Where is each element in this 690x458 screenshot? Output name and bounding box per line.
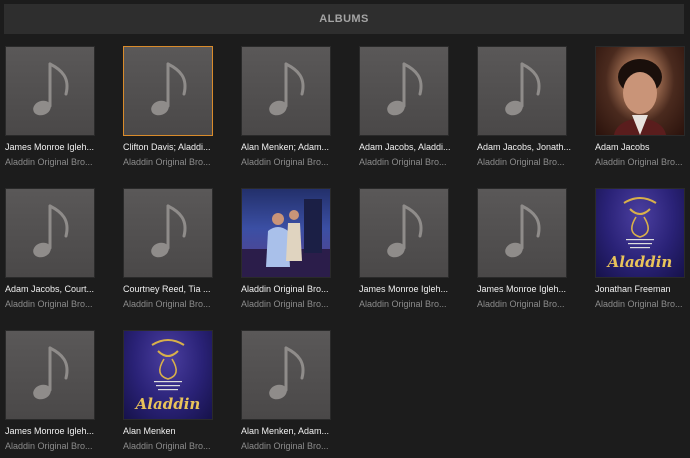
album-cover[interactable] — [5, 46, 95, 136]
album-artist: Alan Menken — [123, 426, 176, 436]
albums-title: ALBUMS — [319, 13, 369, 25]
album-title: Aladdin Original Bro... — [5, 299, 93, 309]
album-title: Aladdin Original Bro... — [5, 157, 93, 167]
album-artist: James Monroe Igleh... — [477, 284, 567, 294]
album-cover[interactable] — [241, 46, 331, 136]
album-tile[interactable]: Aladdin Jonathan Freeman Aladdin Origina… — [595, 188, 685, 310]
album-tile[interactable]: Adam Jacobs, Court... Aladdin Original B… — [5, 188, 95, 310]
album-artist: Clifton Davis; Aladdi... — [123, 142, 211, 152]
album-tile[interactable]: James Monroe Igleh... Aladdin Original B… — [5, 330, 95, 452]
album-art-poster: Aladdin — [596, 189, 684, 277]
album-artist: James Monroe Igleh... — [5, 426, 95, 436]
album-title: Aladdin Original Bro... — [595, 157, 683, 167]
album-cover[interactable] — [241, 188, 331, 278]
album-artist: Aladdin Original Bro... — [241, 284, 329, 294]
album-artist: James Monroe Igleh... — [359, 284, 449, 294]
album-art-poster: Aladdin — [124, 331, 212, 419]
album-cover[interactable] — [241, 330, 331, 420]
album-title: Aladdin Original Bro... — [477, 299, 565, 309]
album-tile[interactable]: Clifton Davis; Aladdi... Aladdin Origina… — [123, 46, 213, 168]
music-note-icon — [138, 198, 198, 268]
music-note-icon — [374, 198, 434, 268]
album-artist: Alan Menken; Adam... — [241, 142, 330, 152]
album-title: Aladdin Original Bro... — [595, 299, 683, 309]
svg-text:Aladdin: Aladdin — [606, 253, 673, 271]
album-art-portrait — [596, 47, 684, 135]
album-cover[interactable]: Aladdin — [123, 330, 213, 420]
album-artist: Adam Jacobs, Jonath... — [477, 142, 572, 152]
album-tile[interactable]: Courtney Reed, Tia ... Aladdin Original … — [123, 188, 213, 310]
music-note-icon — [20, 198, 80, 268]
album-artist: Alan Menken, Adam... — [241, 426, 330, 436]
album-tile[interactable]: James Monroe Igleh... Aladdin Original B… — [477, 188, 567, 310]
music-note-icon — [20, 56, 80, 126]
album-cover[interactable] — [359, 46, 449, 136]
album-title: Aladdin Original Bro... — [477, 157, 565, 167]
album-cover[interactable] — [359, 188, 449, 278]
music-note-icon — [492, 198, 552, 268]
music-note-icon — [256, 340, 316, 410]
album-tile[interactable]: Aladdin Original Bro... Aladdin Original… — [241, 188, 331, 310]
album-cover[interactable] — [5, 188, 95, 278]
album-tile[interactable]: Adam Jacobs, Jonath... Aladdin Original … — [477, 46, 571, 168]
album-tile[interactable]: Alan Menken; Adam... Aladdin Original Br… — [241, 46, 331, 168]
album-title: Aladdin Original Bro... — [241, 299, 329, 309]
album-artist: Courtney Reed, Tia ... — [123, 284, 211, 294]
album-title: Aladdin Original Bro... — [241, 157, 329, 167]
album-artist: Jonathan Freeman — [595, 284, 671, 294]
album-tile[interactable]: Alan Menken, Adam... Aladdin Original Br… — [241, 330, 331, 452]
album-tile[interactable]: Aladdin Alan Menken Aladdin Original Bro… — [123, 330, 213, 452]
album-title: Aladdin Original Bro... — [359, 157, 447, 167]
album-artist: Adam Jacobs, Aladdi... — [359, 142, 451, 152]
album-title: Aladdin Original Bro... — [123, 441, 211, 451]
album-cover[interactable] — [5, 330, 95, 420]
music-note-icon — [492, 56, 552, 126]
album-title: Aladdin Original Bro... — [241, 441, 329, 451]
album-art-stage — [242, 189, 330, 277]
album-tile[interactable]: Adam Jacobs, Aladdi... Aladdin Original … — [359, 46, 451, 168]
album-tile[interactable]: James Monroe Igleh... Aladdin Original B… — [359, 188, 449, 310]
music-note-icon — [138, 56, 198, 126]
album-title: Aladdin Original Bro... — [123, 299, 211, 309]
album-cover[interactable] — [477, 188, 567, 278]
music-note-icon — [256, 56, 316, 126]
svg-text:Aladdin: Aladdin — [134, 395, 201, 413]
album-title: Aladdin Original Bro... — [5, 441, 93, 451]
music-note-icon — [374, 56, 434, 126]
album-title: Aladdin Original Bro... — [123, 157, 211, 167]
album-artist: James Monroe Igleh... — [5, 142, 95, 152]
album-cover[interactable]: Aladdin — [595, 188, 685, 278]
album-cover[interactable] — [123, 46, 213, 136]
album-cover[interactable] — [123, 188, 213, 278]
album-tile[interactable]: James Monroe Igleh... Aladdin Original B… — [5, 46, 95, 168]
album-cover[interactable] — [477, 46, 567, 136]
album-artist: Adam Jacobs, Court... — [5, 284, 95, 294]
album-title: Aladdin Original Bro... — [359, 299, 447, 309]
music-note-icon — [20, 340, 80, 410]
albums-header: ALBUMS — [4, 4, 684, 34]
album-cover[interactable] — [595, 46, 685, 136]
album-artist: Adam Jacobs — [595, 142, 650, 152]
album-tile[interactable]: Adam Jacobs Aladdin Original Bro... — [595, 46, 685, 168]
